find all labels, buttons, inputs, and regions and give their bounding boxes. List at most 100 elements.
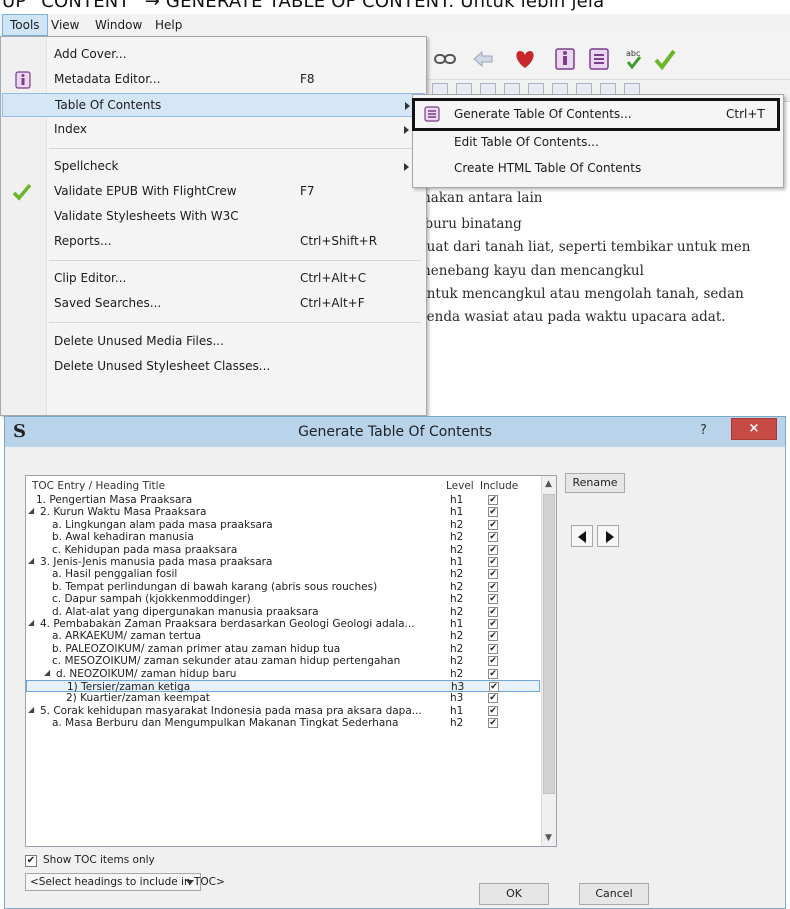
menu-item-reports[interactable]: Reports... Ctrl+Shift+R	[2, 230, 425, 254]
menu-item-table-of-contents[interactable]: Table Of Contents	[2, 93, 425, 117]
include-checkbox[interactable]: ✔	[488, 581, 498, 592]
menu-item-delete-unused-media[interactable]: Delete Unused Media Files...	[2, 330, 425, 354]
expand-toggle-icon[interactable]: ◢	[28, 556, 34, 565]
include-checkbox[interactable]: ✔	[489, 682, 499, 692]
include-checkbox[interactable]: ✔	[488, 557, 498, 567]
column-header-include[interactable]: Include	[480, 480, 518, 492]
toc-row[interactable]: a. Masa Berburu dan Mengumpulkan Makanan…	[26, 717, 540, 729]
include-checkbox[interactable]: ✔	[488, 656, 498, 667]
select-headings-dropdown[interactable]: <Select headings to include in TOC>	[25, 873, 225, 891]
scroll-up-icon[interactable]: ▲	[545, 479, 552, 489]
toc-row[interactable]: a. ARKAEKUM/ zaman tertua h2 ✔	[26, 630, 540, 642]
menu-item-shortcut: F7	[300, 184, 315, 198]
toc-entry-title: d. NEOZOIKUM/ zaman hidup baru	[56, 667, 237, 680]
toc-row[interactable]: ◢ 2. Kurun Waktu Masa Praaksara h1 ✔	[26, 506, 540, 518]
menu-tools[interactable]: Tools	[2, 14, 48, 36]
column-header-title[interactable]: TOC Entry / Heading Title	[32, 480, 165, 492]
menu-item-validate-stylesheets[interactable]: Validate Stylesheets With W3C	[2, 205, 425, 229]
toc-entry-title: b. PALEOZOIKUM/ zaman primer atau zaman …	[52, 642, 341, 655]
menu-window[interactable]: Window	[88, 14, 149, 36]
toc-row[interactable]: ◢ d. NEOZOIKUM/ zaman hidup baru h2 ✔	[26, 668, 540, 680]
toc-row[interactable]: b. Tempat perlindungan di bawah karang (…	[26, 581, 540, 593]
toc-row[interactable]: c. MESOZOIKUM/ zaman sekunder atau zaman…	[26, 655, 540, 667]
toc-entry-title: c. MESOZOIKUM/ zaman sekunder atau zaman…	[52, 655, 401, 668]
metadata-icon[interactable]	[552, 46, 578, 72]
menu-item-metadata-editor[interactable]: Metadata Editor... F8	[2, 68, 425, 92]
toc-row[interactable]: c. Dapur sampah (kjokkenmoddinger) h2 ✔	[26, 593, 540, 605]
include-checkbox[interactable]: ✔	[488, 631, 498, 642]
toc-row[interactable]: ◢ 3. Jenis-Jenis manusia pada masa praaks…	[26, 556, 540, 568]
ok-button[interactable]: OK	[479, 883, 549, 905]
include-checkbox[interactable]: ✔	[488, 532, 498, 543]
include-checkbox[interactable]: ✔	[488, 507, 498, 518]
menu-item-clip-editor[interactable]: Clip Editor... Ctrl+Alt+C	[2, 267, 425, 291]
toc-row[interactable]: a. Lingkungan alam pada masa praaksara h2…	[26, 519, 540, 531]
include-checkbox[interactable]: ✔	[488, 705, 498, 716]
include-checkbox[interactable]: ✔	[488, 693, 498, 704]
dialog-titlebar[interactable]: S Generate Table Of Contents ? ×	[5, 417, 785, 447]
include-checkbox[interactable]: ✔	[488, 519, 498, 530]
help-button[interactable]: ?	[700, 423, 707, 438]
spellcheck-icon[interactable]: abc	[620, 46, 646, 72]
toc-row[interactable]: c. Kehidupan pada masa praaksara h2 ✔	[26, 544, 540, 556]
toc-entry-level: h2	[450, 580, 464, 593]
expand-toggle-icon[interactable]: ◢	[28, 618, 34, 627]
menu-view[interactable]: View	[44, 14, 86, 36]
move-left-button[interactable]	[571, 525, 593, 547]
scroll-down-icon[interactable]: ▼	[545, 833, 552, 843]
document-text-line: untuk mencangkul atau mengolah tanah, se…	[418, 286, 744, 302]
toc-icon[interactable]	[586, 46, 612, 72]
metadata-icon	[15, 71, 31, 89]
menu-item-add-cover[interactable]: Add Cover...	[2, 43, 425, 67]
menu-item-index[interactable]: Index	[2, 118, 425, 142]
show-toc-items-checkbox[interactable]: ✔	[25, 855, 37, 867]
toc-row[interactable]: ◢ 4. Pembabakan Zaman Praaksara berdasark…	[26, 618, 540, 630]
submenu-item-edit-toc[interactable]: Edit Table Of Contents...	[414, 129, 782, 155]
toc-row[interactable]: b. PALEOZOIKUM/ zaman primer atau zaman …	[26, 643, 540, 655]
include-checkbox[interactable]: ✔	[488, 544, 498, 555]
toc-row[interactable]: 2) Kuartier/zaman keempat h3 ✔	[26, 692, 540, 704]
expand-toggle-icon[interactable]: ◢	[28, 506, 34, 515]
close-button[interactable]: ×	[731, 418, 777, 440]
toc-entry-level: h2	[450, 630, 464, 643]
expand-toggle-icon[interactable]: ◢	[44, 668, 50, 677]
dialog-title: Generate Table Of Contents	[298, 424, 492, 440]
include-checkbox[interactable]: ✔	[488, 619, 498, 629]
column-header-level[interactable]: Level	[446, 480, 474, 492]
submenu-item-label: Edit Table Of Contents...	[454, 135, 599, 149]
toc-entry-title: a. Lingkungan alam pada masa praaksara	[52, 518, 273, 531]
toc-row[interactable]: 1) Tersier/zaman ketiga h3 ✔	[26, 680, 540, 693]
include-checkbox[interactable]: ✔	[488, 668, 498, 679]
toc-entry-level: h2	[450, 655, 464, 668]
toc-row[interactable]: a. Hasil penggalian fosil h2 ✔	[26, 568, 540, 580]
menu-item-spellcheck[interactable]: Spellcheck	[2, 155, 425, 179]
toc-entry-level: h2	[450, 518, 464, 531]
cancel-button[interactable]: Cancel	[579, 883, 649, 905]
back-arrow-icon[interactable]	[470, 46, 496, 72]
move-right-button[interactable]	[597, 525, 619, 547]
include-checkbox[interactable]: ✔	[488, 606, 498, 617]
menu-item-label: Table Of Contents	[55, 98, 162, 112]
menu-item-delete-unused-classes[interactable]: Delete Unused Stylesheet Classes...	[2, 355, 425, 379]
submenu-item-create-html-toc[interactable]: Create HTML Table Of Contents	[414, 155, 782, 181]
menu-item-validate-epub[interactable]: Validate EPUB With FlightCrew F7	[2, 180, 425, 204]
toc-row[interactable]: 1. Pengertian Masa Praaksara h1 ✔	[26, 494, 540, 506]
heart-icon[interactable]	[512, 46, 538, 72]
submenu-item-label: Create HTML Table Of Contents	[454, 161, 642, 175]
include-checkbox[interactable]: ✔	[488, 495, 498, 505]
rename-button[interactable]: Rename	[565, 473, 625, 493]
document-text-line: buat dari tanah liat, seperti tembikar u…	[418, 239, 751, 255]
include-checkbox[interactable]: ✔	[488, 594, 498, 605]
toc-row[interactable]: b. Awal kehadiran manusia h2 ✔	[26, 531, 540, 543]
include-checkbox[interactable]: ✔	[488, 718, 498, 729]
toc-row[interactable]: d. Alat-alat yang dipergunakan manusia p…	[26, 606, 540, 618]
link-icon[interactable]	[432, 46, 458, 72]
menu-item-saved-searches[interactable]: Saved Searches... Ctrl+Alt+F	[2, 292, 425, 316]
menu-help[interactable]: Help	[148, 14, 189, 36]
expand-toggle-icon[interactable]: ◢	[28, 705, 34, 714]
toc-row[interactable]: ◢ 5. Corak kehidupan masyarakat Indonesia…	[26, 705, 540, 717]
include-checkbox[interactable]: ✔	[488, 643, 498, 654]
scrollbar-thumb[interactable]	[543, 494, 555, 794]
validate-icon[interactable]	[652, 46, 678, 72]
include-checkbox[interactable]: ✔	[488, 569, 498, 580]
